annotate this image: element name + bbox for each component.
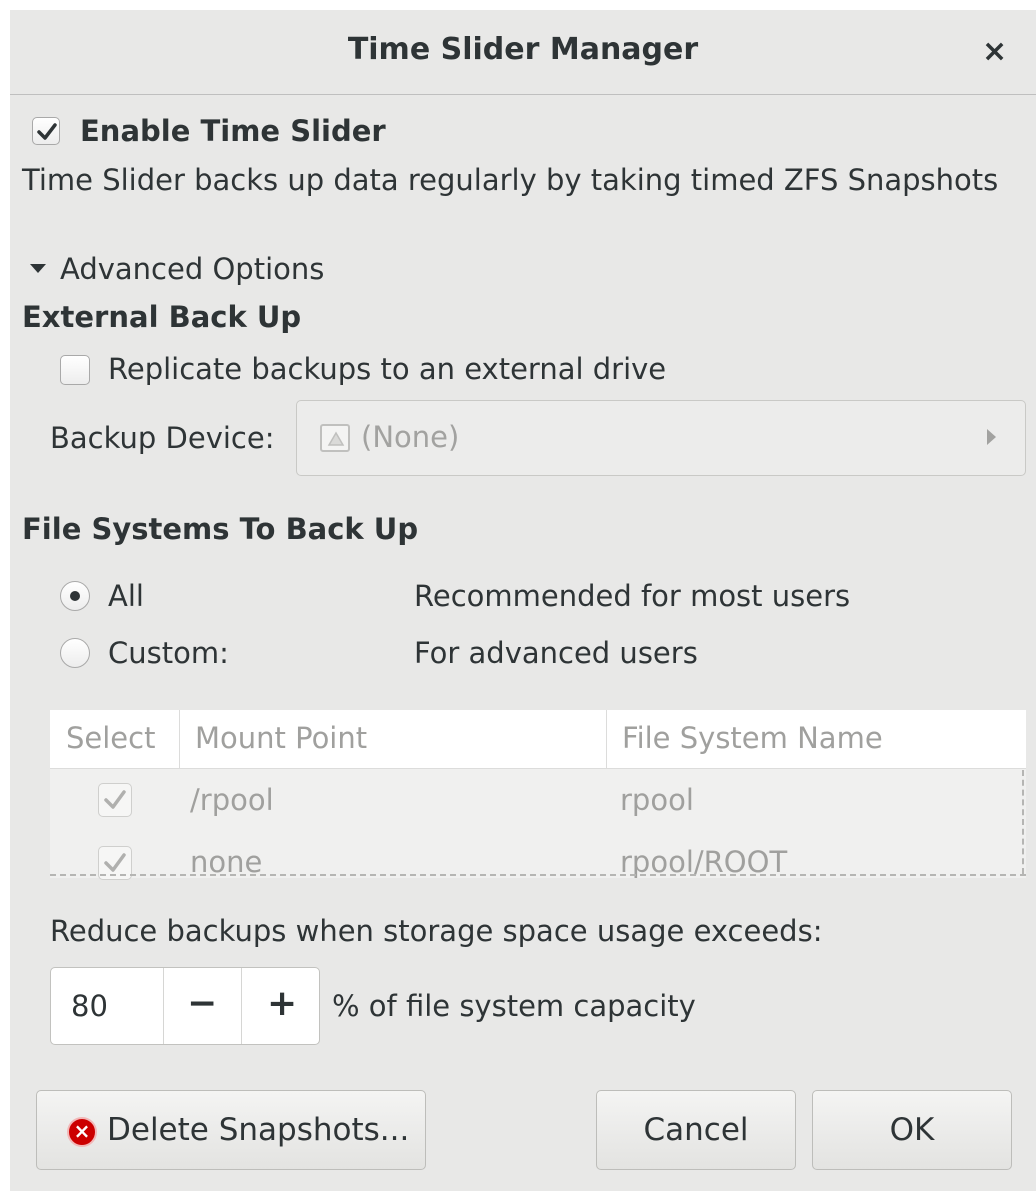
capacity-suffix: % of file system capacity [332,989,696,1023]
decrement-button[interactable]: − [187,982,217,1026]
ok-button[interactable]: OK [812,1090,1012,1170]
radio-selected-dot [70,591,80,601]
column-header-select[interactable]: Select [66,720,155,756]
table-drop-indicator-side [1022,770,1024,874]
column-header-filesystem-name[interactable]: File System Name [622,720,883,756]
backup-device-label: Backup Device: [50,421,275,455]
radio-custom[interactable] [60,638,90,668]
radio-all-label[interactable]: All [108,578,144,614]
table-drop-indicator [50,874,1026,876]
backup-device-value: (None) [361,420,460,454]
backup-device-combo[interactable]: (None) [296,400,1026,476]
delete-snapshots-button[interactable]: × Delete Snapshots... [36,1090,426,1170]
external-backup-heading: External Back Up [22,300,302,334]
advanced-options-expander[interactable]: Advanced Options [60,251,324,287]
window-title: Time Slider Manager [347,32,699,67]
checkmark-icon [37,123,57,140]
increment-button[interactable]: + [267,982,297,1026]
enable-time-slider-checkbox[interactable] [32,117,60,145]
row-filesystem-name: rpool [620,783,694,817]
cancel-button[interactable]: Cancel [596,1090,796,1170]
filesystems-table[interactable]: Select Mount Point File System Name /rpo… [50,710,1026,880]
reduce-backups-label: Reduce backups when storage space usage … [50,914,823,948]
title-bar: Time Slider Manager × [10,10,1036,95]
close-icon[interactable]: × [982,34,1007,69]
error-circle-icon: × [67,1117,97,1147]
radio-custom-label[interactable]: Custom: [108,635,229,671]
enable-time-slider-label[interactable]: Enable Time Slider [80,113,386,149]
replicate-checkbox[interactable] [60,355,90,385]
row-mount-point: /rpool [190,783,274,817]
column-separator [606,710,607,768]
radio-custom-description: For advanced users [414,636,698,670]
column-separator [179,710,180,768]
checkmark-icon [104,853,126,872]
expander-arrow-icon[interactable] [30,264,46,273]
spin-separator [163,968,164,1044]
capacity-value[interactable]: 80 [71,988,108,1024]
row-select-checkbox[interactable] [98,783,132,817]
radio-all[interactable] [60,581,90,611]
delete-snapshots-label: Delete Snapshots... [107,1112,410,1148]
column-header-mount-point[interactable]: Mount Point [195,720,367,756]
filesystems-heading: File Systems To Back Up [22,512,419,546]
checkmark-icon [104,790,126,809]
capacity-spinbutton[interactable]: 80 − + [50,967,320,1045]
drive-icon [320,424,350,452]
radio-all-description: Recommended for most users [414,579,851,613]
combo-arrow-icon [987,429,996,445]
table-header: Select Mount Point File System Name [50,710,1026,769]
replicate-label[interactable]: Replicate backups to an external drive [108,351,666,387]
enable-description: Time Slider backs up data regularly by t… [22,163,999,197]
dialog-window: Time Slider Manager × Enable Time Slider… [10,10,1036,1191]
spin-separator [241,968,242,1044]
